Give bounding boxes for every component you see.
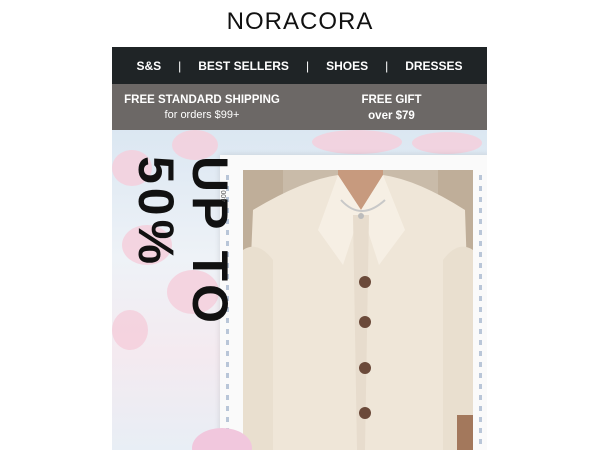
shipping-promo: FREE STANDARD SHIPPING for orders $99+ bbox=[112, 92, 292, 123]
product-photo[interactable] bbox=[243, 170, 473, 450]
nav-link-ss[interactable]: S&S bbox=[136, 59, 161, 73]
nav-link-best-sellers[interactable]: BEST SELLERS bbox=[198, 59, 289, 73]
nav-separator: | bbox=[305, 58, 310, 73]
gift-promo: FREE GIFT over $79 bbox=[344, 92, 439, 124]
gift-subtitle: over $79 bbox=[368, 110, 415, 122]
gift-title: FREE GIFT bbox=[361, 94, 422, 106]
shipping-title: FREE STANDARD SHIPPING bbox=[124, 94, 280, 106]
main-nav: S&S | BEST SELLERS | SHOES | DRESSES bbox=[112, 47, 487, 84]
cardigan-image bbox=[243, 170, 473, 450]
nav-separator: | bbox=[178, 58, 182, 73]
brand-logo[interactable]: NORACORA bbox=[0, 8, 600, 36]
hero-banner[interactable]: UP TO 50% 400 bbox=[112, 130, 487, 450]
nav-separator: | bbox=[385, 58, 389, 73]
frame-ruler-right bbox=[479, 175, 482, 450]
nav-link-shoes[interactable]: SHOES bbox=[326, 59, 368, 73]
nav-link-dresses[interactable]: DRESSES bbox=[405, 59, 462, 73]
ruler-number: 400 bbox=[221, 190, 228, 202]
blossom-decoration bbox=[412, 132, 482, 154]
promo-banner[interactable]: FREE STANDARD SHIPPING for orders $99+ F… bbox=[112, 84, 487, 130]
blossom-decoration bbox=[312, 130, 402, 154]
shipping-subtitle: for orders $99+ bbox=[164, 109, 240, 121]
